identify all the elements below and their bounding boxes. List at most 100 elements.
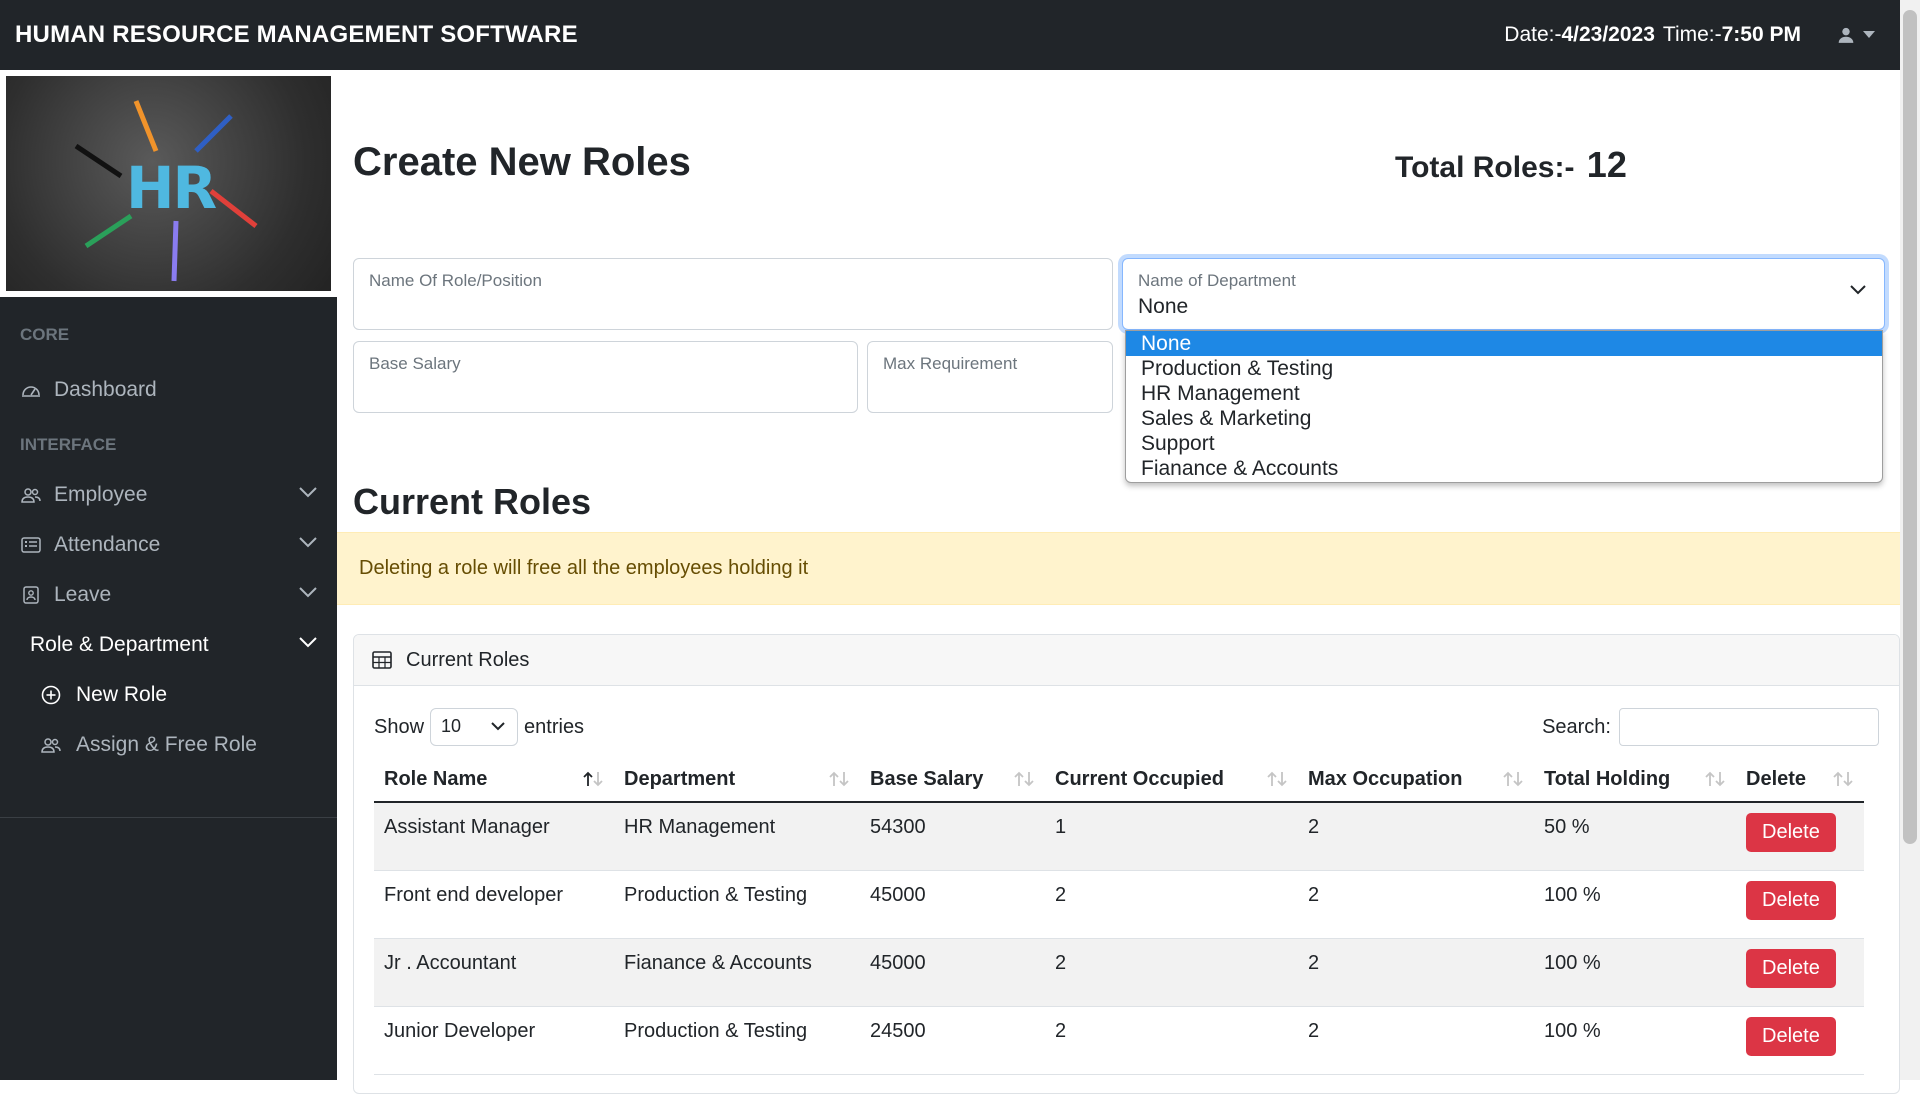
current-roles-heading: Current Roles xyxy=(353,481,592,522)
entries-value: 10 xyxy=(441,716,462,736)
card-title: Current Roles xyxy=(406,648,530,671)
chevron-down-icon xyxy=(299,487,317,498)
delete-button[interactable]: Delete xyxy=(1746,813,1836,852)
sort-icon xyxy=(1833,771,1853,787)
roles-table: Role Name Department Base Salary Current… xyxy=(374,758,1864,1075)
user-menu-dropdown[interactable] xyxy=(1837,26,1875,44)
warning-alert: Deleting a role will free all the employ… xyxy=(337,532,1900,605)
datatable-controls: Show 10 entries Search: xyxy=(354,686,1899,758)
column-header-delete[interactable]: Delete xyxy=(1736,758,1864,803)
cell-role-name: Jr . Accountant xyxy=(374,938,614,1007)
base-salary-field[interactable]: Base Salary xyxy=(353,341,858,413)
cell-delete: Delete xyxy=(1736,870,1864,939)
app-title[interactable]: HUMAN RESOURCE MANAGEMENT SOFTWARE xyxy=(15,21,578,49)
table-icon xyxy=(372,651,392,669)
sidebar-item-label: Dashboard xyxy=(54,378,157,401)
hr-logo: HR xyxy=(0,70,337,297)
card-list-icon xyxy=(20,534,42,556)
column-header-total-holding[interactable]: Total Holding xyxy=(1534,758,1736,803)
column-header-max-occupation[interactable]: Max Occupation xyxy=(1298,758,1534,803)
chevron-down-icon xyxy=(1850,285,1866,295)
sidebar-divider xyxy=(0,817,337,818)
column-header-base-salary[interactable]: Base Salary xyxy=(860,758,1045,803)
cell-max-occupation: 2 xyxy=(1298,1006,1534,1075)
core-heading: CORE xyxy=(20,325,70,344)
cell-role-name: Assistant Manager xyxy=(374,802,614,871)
table-header-row: Role Name Department Base Salary Current… xyxy=(374,758,1864,803)
interface-heading: INTERFACE xyxy=(20,435,117,454)
table-row: Junior Developer Production & Testing 24… xyxy=(374,1006,1864,1075)
person-badge-icon xyxy=(20,584,42,606)
cell-total-holding: 50 % xyxy=(1534,802,1736,871)
search-input[interactable] xyxy=(1619,708,1879,746)
column-header-department[interactable]: Department xyxy=(614,758,860,803)
table-search: Search: xyxy=(1542,708,1879,746)
cell-role-name: Junior Developer xyxy=(374,1006,614,1075)
dropdown-option[interactable]: HR Management xyxy=(1126,381,1882,406)
sidebar-item-role-department[interactable]: Role & Department xyxy=(0,620,337,670)
sort-icon xyxy=(1014,771,1034,787)
scrollbar-thumb[interactable] xyxy=(1903,10,1917,844)
sidebar-item-employee[interactable]: Employee xyxy=(0,470,337,520)
department-select[interactable]: Name of Department None xyxy=(1122,258,1885,330)
sort-icon xyxy=(1705,771,1725,787)
sidebar-item-label: Employee xyxy=(54,483,148,506)
card-header: Current Roles xyxy=(354,635,1899,686)
hr-logo-text: HR xyxy=(126,154,217,222)
sidebar-item-label: Leave xyxy=(54,583,112,606)
chevron-down-icon xyxy=(299,587,317,598)
sidebar-item-label: Role & Department xyxy=(30,633,209,656)
sort-icon xyxy=(1267,771,1287,787)
cell-base-salary: 45000 xyxy=(860,870,1045,939)
search-label: Search: xyxy=(1542,715,1611,738)
dropdown-option[interactable]: Fianance & Accounts xyxy=(1126,456,1882,481)
cell-delete: Delete xyxy=(1736,1006,1864,1075)
cell-department: Fianance & Accounts xyxy=(614,938,860,1007)
dropdown-option[interactable]: Sales & Marketing xyxy=(1126,406,1882,431)
chevron-down-icon xyxy=(299,537,317,548)
sidebar-item-leave[interactable]: Leave xyxy=(0,570,337,620)
page-scrollbar[interactable] xyxy=(1900,0,1920,1080)
delete-button[interactable]: Delete xyxy=(1746,948,1836,988)
table-row: Front end developer Production & Testing… xyxy=(374,870,1864,939)
entries-select[interactable]: 10 xyxy=(430,708,519,746)
speedometer-icon xyxy=(20,379,42,401)
max-requirement-field[interactable]: Max Requirement xyxy=(867,341,1113,413)
department-dropdown-list[interactable]: None Production & Testing HR Management … xyxy=(1125,330,1883,483)
sidebar-item-dashboard[interactable]: Dashboard xyxy=(0,365,337,415)
date-label: Date:-4/23/2023 xyxy=(1504,23,1655,46)
dropdown-option[interactable]: None xyxy=(1126,331,1882,356)
department-selected-value: None xyxy=(1138,295,1189,318)
sort-icon xyxy=(829,771,849,787)
column-header-role-name[interactable]: Role Name xyxy=(374,758,614,803)
sidebar-item-new-role[interactable]: New Role xyxy=(0,670,337,720)
hr-logo-image: HR xyxy=(6,76,331,291)
cell-department: HR Management xyxy=(614,802,860,871)
sidebar-item-label: New Role xyxy=(76,683,168,706)
sidebar-item-attendance[interactable]: Attendance xyxy=(0,520,337,570)
plus-circle-icon xyxy=(40,684,62,706)
cell-delete: Delete xyxy=(1736,802,1864,871)
main-content: Create New Roles Total Roles:- 12 Name O… xyxy=(337,70,1900,1094)
cell-total-holding: 100 % xyxy=(1534,938,1736,1007)
dropdown-option[interactable]: Production & Testing xyxy=(1126,356,1882,381)
cell-base-salary: 24500 xyxy=(860,1006,1045,1075)
cell-max-occupation: 2 xyxy=(1298,802,1534,871)
user-icon xyxy=(1838,27,1854,43)
current-roles-card: Current Roles Show 10 entries Search: Ro… xyxy=(353,634,1900,1094)
delete-button[interactable]: Delete xyxy=(1746,880,1836,920)
sidebar-item-assign-free-role[interactable]: Assign & Free Role xyxy=(0,720,337,770)
cell-current-occupied: 1 xyxy=(1045,802,1298,871)
time-value: 7:50 PM xyxy=(1721,23,1801,46)
dropdown-option[interactable]: Support xyxy=(1126,431,1882,456)
delete-button[interactable]: Delete xyxy=(1746,1016,1836,1056)
column-header-current-occupied[interactable]: Current Occupied xyxy=(1045,758,1298,803)
chevron-down-icon xyxy=(299,637,317,648)
sidebar: HR CORE Dashboard INTERFACE Employee Att… xyxy=(0,70,337,1080)
top-navbar: HUMAN RESOURCE MANAGEMENT SOFTWARE Date:… xyxy=(0,0,1900,70)
role-name-field[interactable]: Name Of Role/Position xyxy=(353,258,1113,330)
entries-label: entries xyxy=(524,715,585,738)
cell-base-salary: 45000 xyxy=(860,938,1045,1007)
sort-icon xyxy=(583,771,603,787)
cell-total-holding: 100 % xyxy=(1534,870,1736,939)
